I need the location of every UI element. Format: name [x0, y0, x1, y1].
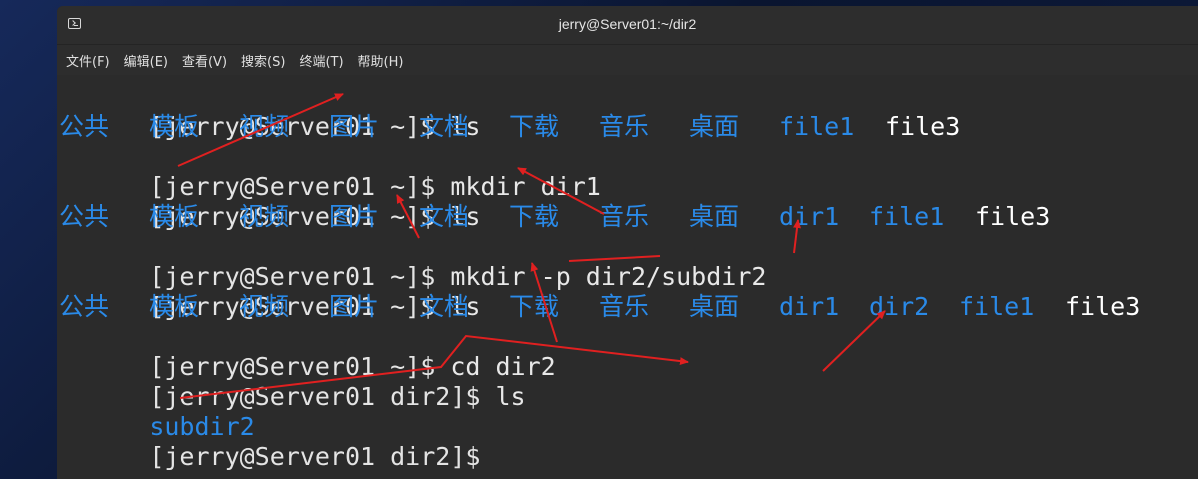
- dir-entry: 音乐: [599, 112, 650, 141]
- menu-file[interactable]: 文件(F): [59, 47, 117, 74]
- dir-entry: 公共: [59, 202, 110, 231]
- dir-entry: 音乐: [599, 292, 650, 321]
- terminal-line: [jerry@Server01 dir2]$: [59, 412, 480, 471]
- menu-view[interactable]: 查看(V): [175, 47, 234, 74]
- ls-output: 公共 模板 视频 图片 文档 下载 音乐 桌面 dir1 file1 file3: [59, 202, 1159, 232]
- terminal-line: [jerry@Server01 ~]$ ls: [59, 262, 480, 321]
- terminal-line: [jerry@Server01 dir2]$ ls: [59, 352, 525, 411]
- dir-entry: dir1: [779, 292, 840, 321]
- dir-entry: 下载: [509, 202, 560, 231]
- dir-entry: dir1: [779, 202, 840, 231]
- dir-entry: 桌面: [689, 292, 740, 321]
- file-entry: file3: [1065, 292, 1141, 321]
- dir-entry: 图片: [329, 202, 380, 231]
- dir-entry: dir2: [869, 292, 930, 321]
- command-text: mkdir -p dir2/subdir2: [435, 262, 767, 291]
- dir-entry: 模板: [149, 202, 200, 231]
- dir-entry: 文档: [419, 202, 470, 231]
- window-title: jerry@Server01:~/dir2: [558, 16, 697, 32]
- menu-help[interactable]: 帮助(H): [351, 47, 411, 74]
- menu-search[interactable]: 搜索(S): [234, 47, 292, 74]
- dir-entry: 桌面: [689, 112, 740, 141]
- dir-entry: 模板: [149, 292, 200, 321]
- menu-bar: 文件(F) 编辑(E) 查看(V) 搜索(S) 终端(T) 帮助(H): [57, 45, 1198, 75]
- menu-edit[interactable]: 编辑(E): [117, 47, 175, 74]
- menu-terminal[interactable]: 终端(T): [292, 47, 350, 74]
- ls-output: 公共 模板 视频 图片 文档 下载 音乐 桌面 file1 file3: [59, 112, 1159, 142]
- file-entry: file3: [975, 202, 1051, 231]
- dir-entry: 下载: [509, 112, 560, 141]
- dir-entry: 视频: [239, 292, 290, 321]
- dir-entry: 公共: [59, 292, 110, 321]
- terminal-window[interactable]: jerry@Server01:~/dir2 文件(F) 编辑(E) 查看(V) …: [57, 6, 1198, 479]
- dir-entry: 桌面: [689, 202, 740, 231]
- command-text: ls: [480, 382, 526, 411]
- dir-entry: 文档: [419, 112, 470, 141]
- terminal-line: [jerry@Server01 ~]$ ls: [59, 172, 480, 231]
- terminal-line: [jerry@Server01 ~]$ mkdir dir1: [59, 142, 601, 201]
- dir-entry: 下载: [509, 292, 560, 321]
- title-bar[interactable]: jerry@Server01:~/dir2: [57, 6, 1198, 45]
- dir-entry: 图片: [329, 292, 380, 321]
- terminal-line: [jerry@Server01 ~]$ ls: [59, 82, 480, 141]
- shell-prompt: [jerry@Server01 dir2]$: [149, 442, 481, 471]
- terminal-line: [jerry@Server01 ~]$ mkdir -p dir2/subdir…: [59, 232, 766, 291]
- dir-entry: 视频: [239, 202, 290, 231]
- terminal-line: [jerry@Server01 ~]$ cd dir2: [59, 322, 555, 381]
- terminal-output[interactable]: [jerry@Server01 ~]$ ls 公共 模板 视频 图片 文档 下载…: [57, 75, 1198, 479]
- ls-output: 公共 模板 视频 图片 文档 下载 音乐 桌面 dir1 dir2 file1 …: [59, 292, 1159, 322]
- file-entry: file1: [959, 292, 1035, 321]
- dir-entry: 公共: [59, 112, 110, 141]
- file-entry: file3: [885, 112, 961, 141]
- file-entry: file1: [779, 112, 855, 141]
- dir-entry: 音乐: [599, 202, 650, 231]
- file-entry: file1: [869, 202, 945, 231]
- dir-entry: 模板: [149, 112, 200, 141]
- ls-output: subdir2: [59, 382, 254, 441]
- dir-entry: 图片: [329, 112, 380, 141]
- dir-entry: 视频: [239, 112, 290, 141]
- dir-entry: 文档: [419, 292, 470, 321]
